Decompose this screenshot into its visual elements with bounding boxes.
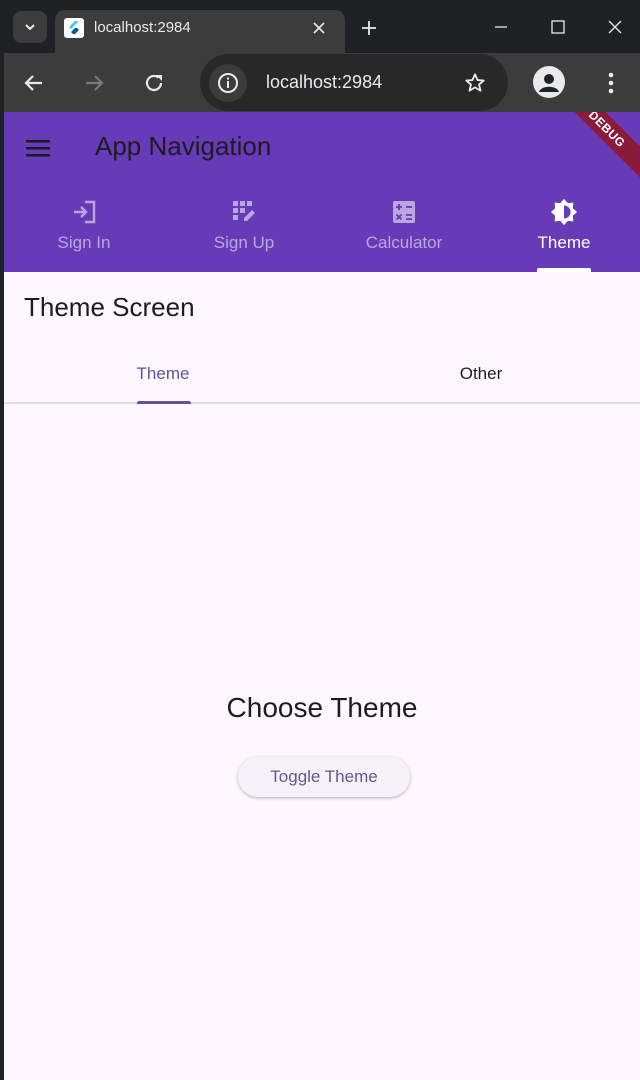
- drawer-menu-button[interactable]: [22, 132, 54, 164]
- tab-label: Theme: [537, 233, 591, 252]
- tab-label: Sign In: [57, 233, 111, 252]
- app-bar: App Navigation DEBUG Sign In Sign Up Cal…: [4, 112, 640, 272]
- active-tab-indicator: [537, 268, 591, 272]
- browser-tab[interactable]: localhost:2984: [55, 10, 345, 53]
- person-icon: [539, 74, 559, 92]
- tab-title: localhost:2984: [94, 19, 191, 36]
- brightness-icon: [550, 198, 578, 226]
- forward-button[interactable]: [78, 67, 110, 99]
- debug-banner: DEBUG: [546, 112, 640, 190]
- app-registration-icon: [230, 198, 258, 226]
- minimize-icon: [495, 26, 507, 28]
- tab-sign-up[interactable]: Sign Up: [164, 196, 324, 272]
- star-icon: [465, 73, 485, 92]
- app-viewport: App Navigation DEBUG Sign In Sign Up Cal…: [4, 112, 640, 1080]
- close-icon: [313, 22, 325, 34]
- back-button[interactable]: [18, 67, 50, 99]
- flutter-favicon-icon: [64, 18, 84, 38]
- tab-strip: localhost:2984: [0, 0, 640, 53]
- tab-other[interactable]: Other: [322, 338, 640, 404]
- maximize-icon: [551, 20, 565, 34]
- arrow-right-icon: [86, 75, 104, 91]
- active-subtab-indicator: [137, 401, 191, 404]
- browser-menu-button[interactable]: [599, 67, 623, 99]
- tab-label: Calculator: [365, 233, 443, 252]
- tab-label: Theme: [136, 364, 190, 383]
- close-icon: [608, 20, 622, 34]
- browser-window: localhost:2984 localhost:2984 App Naviga…: [0, 0, 640, 1080]
- browser-toolbar: localhost:2984: [4, 53, 640, 112]
- bookmark-button[interactable]: [460, 68, 490, 98]
- tab-sign-in[interactable]: Sign In: [4, 196, 164, 272]
- choose-theme-heading: Choose Theme: [226, 692, 418, 723]
- minimize-button[interactable]: [481, 10, 521, 44]
- arrow-left-icon: [24, 75, 42, 91]
- calculate-icon: [390, 198, 418, 226]
- chevron-down-icon: [25, 24, 35, 31]
- tab-theme[interactable]: Theme: [484, 196, 640, 272]
- plus-icon: [362, 21, 376, 35]
- address-bar[interactable]: localhost:2984: [200, 54, 508, 111]
- profile-button[interactable]: [533, 66, 565, 98]
- tab-label: Other: [459, 364, 503, 383]
- tab-calculator[interactable]: Calculator: [324, 196, 484, 272]
- more-vert-icon: [608, 72, 614, 94]
- tab-label: Sign Up: [213, 233, 275, 252]
- tab-theme-sub[interactable]: Theme: [4, 338, 322, 404]
- app-title: App Navigation: [95, 131, 272, 161]
- page-title: Theme Screen: [24, 292, 195, 322]
- reload-icon: [145, 74, 163, 92]
- close-window-button[interactable]: [595, 10, 635, 44]
- login-icon: [70, 198, 98, 226]
- url-text[interactable]: localhost:2984: [266, 72, 382, 93]
- toggle-theme-button[interactable]: Toggle Theme: [238, 757, 410, 797]
- tab-close-button[interactable]: [306, 15, 332, 41]
- info-icon: [218, 73, 238, 93]
- new-tab-button[interactable]: [355, 14, 383, 42]
- tab-search-button[interactable]: [13, 11, 47, 43]
- screen-tab-bar: Theme Other: [4, 338, 640, 404]
- maximize-button[interactable]: [538, 10, 578, 44]
- reload-button[interactable]: [138, 67, 170, 99]
- menu-icon: [26, 140, 50, 157]
- site-info-button[interactable]: [209, 64, 247, 102]
